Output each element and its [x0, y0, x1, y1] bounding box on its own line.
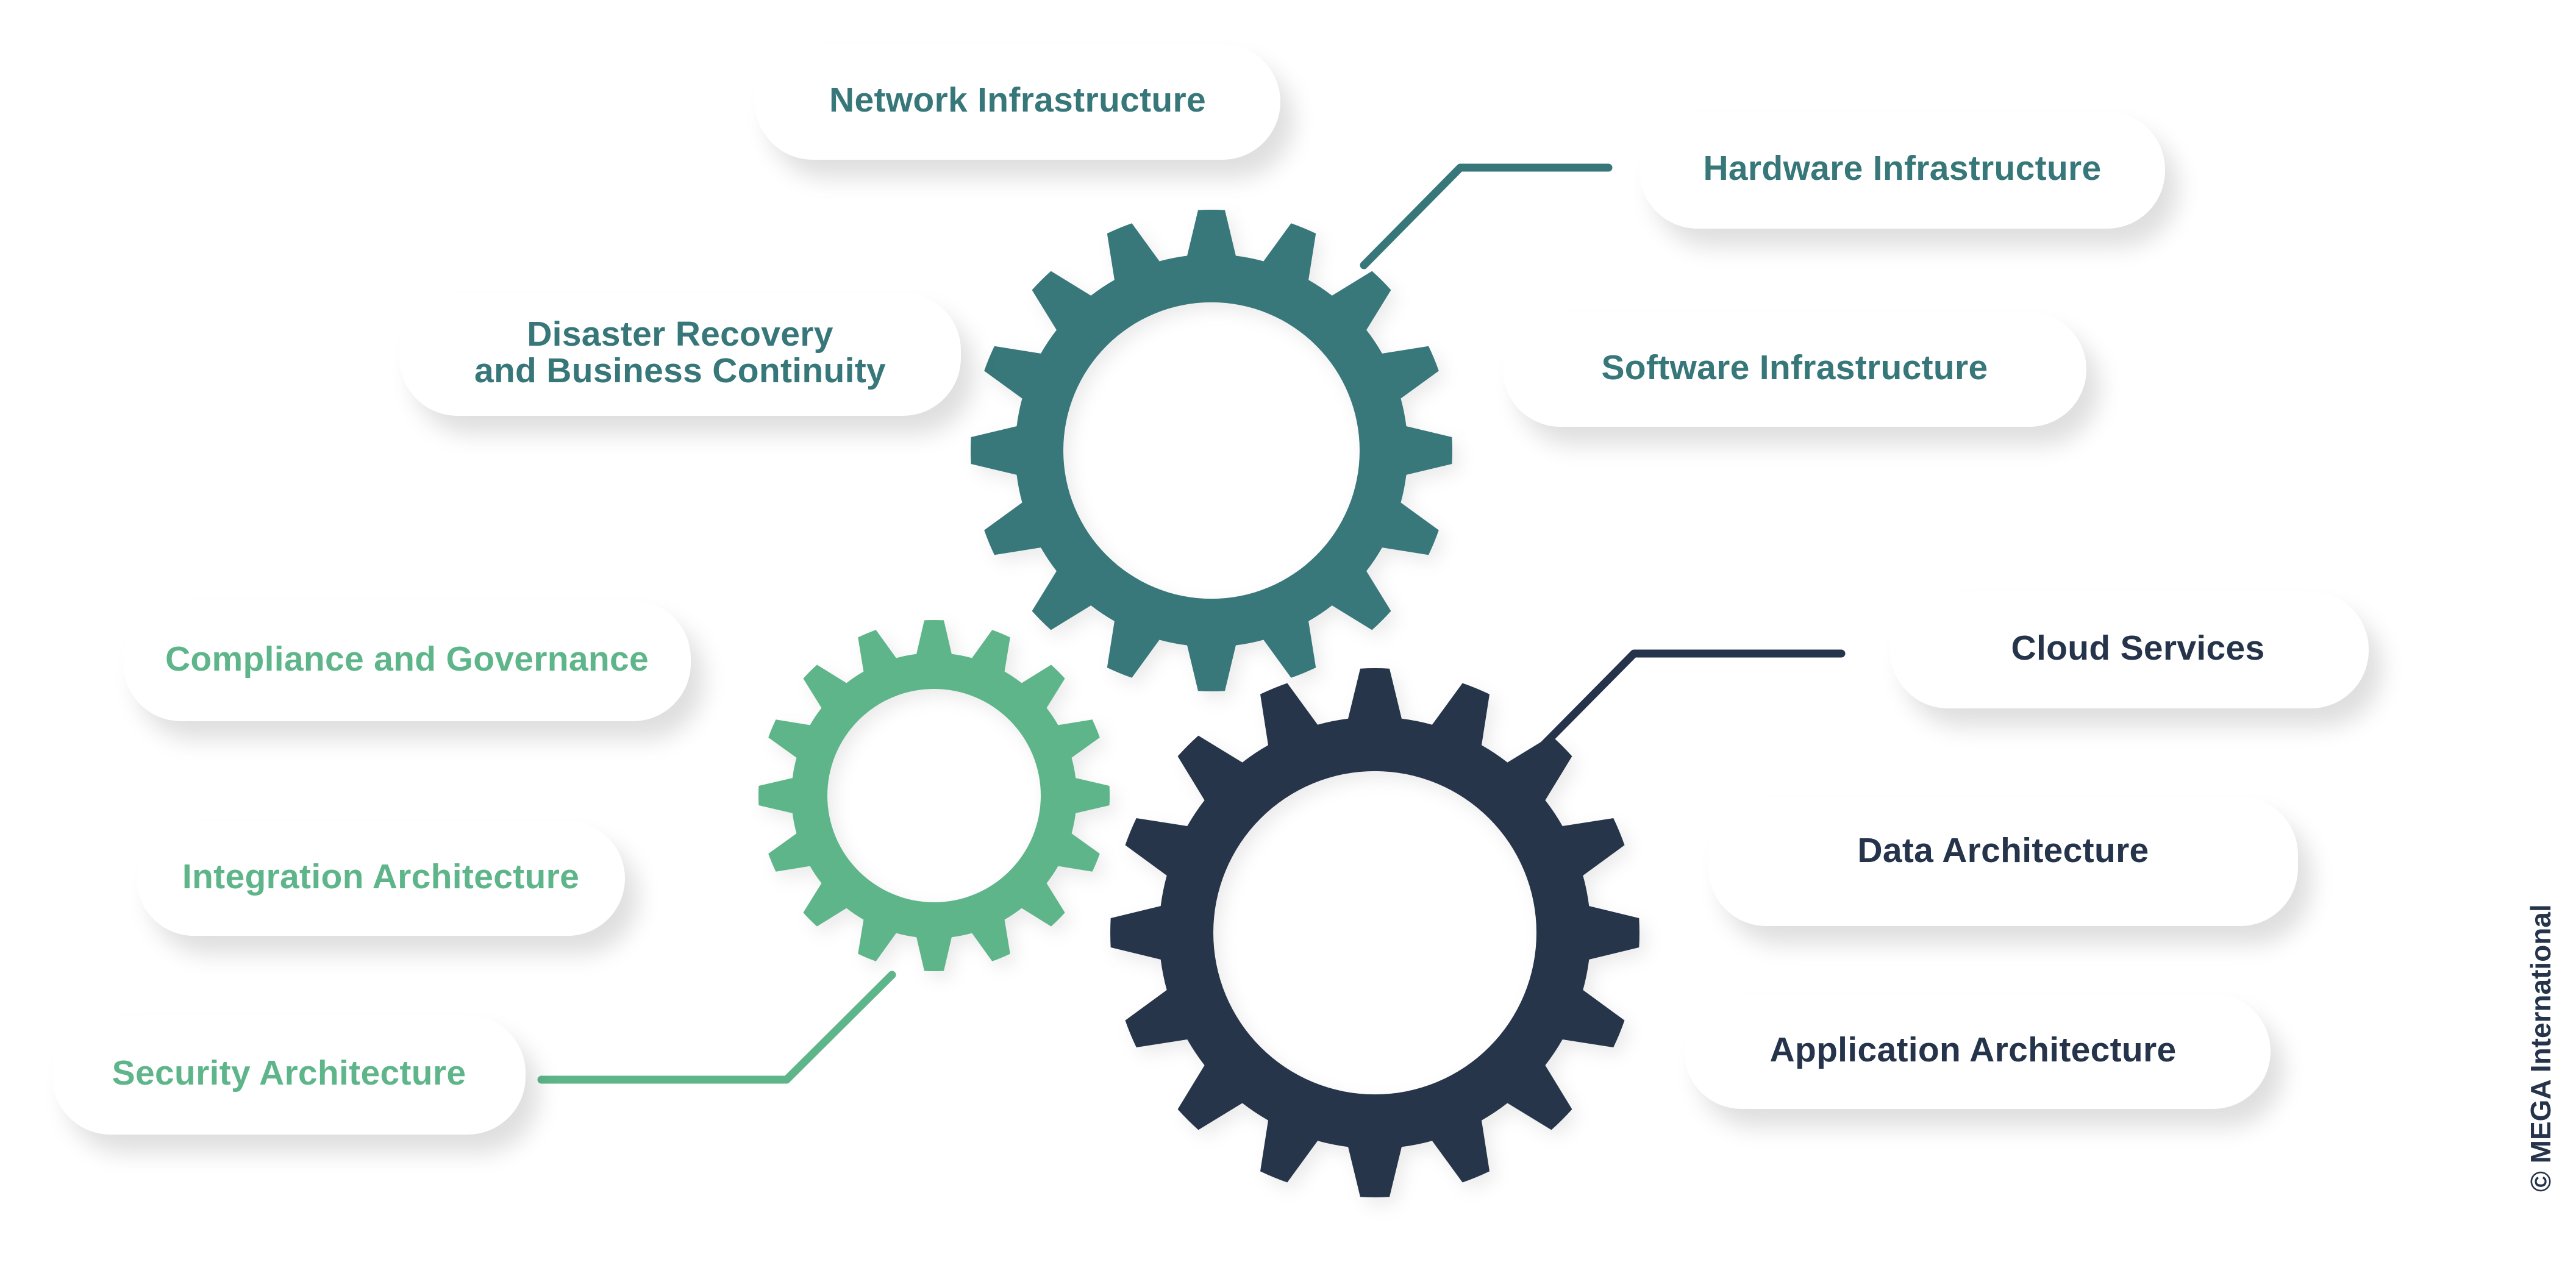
- disaster-recovery-label: Disaster Recovery and Business Continuit…: [474, 315, 887, 390]
- data-architecture-label: Data Architecture: [1857, 831, 2149, 870]
- security-architecture-pill: Security Architecture: [52, 1015, 526, 1135]
- security-architecture-label: Security Architecture: [112, 1053, 466, 1092]
- hardware-infrastructure-pill: Hardware Infrastructure: [1639, 112, 2165, 229]
- infrastructure-gear-icon: [970, 209, 1453, 692]
- disaster-recovery-pill: Disaster Recovery and Business Continuit…: [399, 293, 961, 416]
- compliance-governance-pill: Compliance and Governance: [123, 601, 691, 721]
- governance-gear-icon: [758, 619, 1110, 972]
- cloud-services-label: Cloud Services: [2011, 629, 2265, 668]
- hardware-infrastructure-label: Hardware Infrastructure: [1703, 149, 2102, 188]
- application-architecture-pill: Application Architecture: [1684, 994, 2271, 1109]
- integration-architecture-pill: Integration Architecture: [137, 821, 625, 936]
- security-connector-line: [537, 971, 896, 1084]
- network-infrastructure-pill: Network Infrastructure: [755, 44, 1280, 160]
- network-infrastructure-label: Network Infrastructure: [829, 80, 1206, 119]
- application-architecture-label: Application Architecture: [1769, 1030, 2177, 1069]
- software-infrastructure-label: Software Infrastructure: [1601, 348, 1988, 387]
- compliance-governance-label: Compliance and Governance: [165, 640, 649, 679]
- architecture-gear-icon: [1110, 668, 1639, 1197]
- integration-architecture-label: Integration Architecture: [182, 857, 580, 896]
- copyright-notice: © MEGA International: [2525, 904, 2556, 1192]
- software-infrastructure-pill: Software Infrastructure: [1503, 312, 2086, 427]
- data-architecture-pill: Data Architecture: [1708, 797, 2298, 926]
- hardware-connector-line: [1360, 163, 1613, 269]
- cloud-services-pill: Cloud Services: [1890, 591, 2369, 708]
